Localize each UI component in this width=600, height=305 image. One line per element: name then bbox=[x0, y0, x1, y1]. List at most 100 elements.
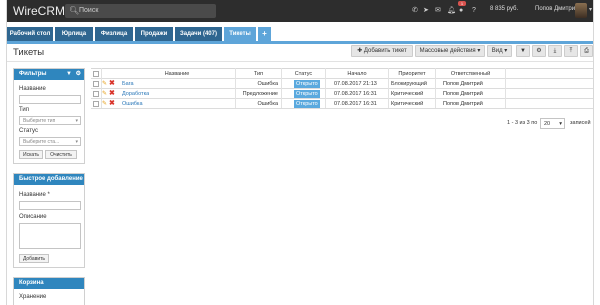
page-title: Тикеты bbox=[13, 47, 45, 58]
column-divider bbox=[388, 68, 389, 108]
chevron-down-icon: ▾ bbox=[75, 118, 78, 124]
status-label: Статус bbox=[19, 128, 38, 134]
phone-icon[interactable]: ✆ bbox=[412, 6, 418, 15]
column-header-name[interactable]: Название bbox=[119, 69, 235, 79]
cart-text: Хранение bbox=[19, 294, 47, 300]
description-textarea[interactable] bbox=[19, 223, 81, 249]
ticket-owner: Попов Дмитрий bbox=[443, 101, 483, 107]
name-filter-input[interactable] bbox=[19, 95, 81, 104]
column-divider bbox=[435, 68, 436, 108]
column-divider bbox=[101, 68, 102, 108]
tab-underline bbox=[7, 41, 593, 44]
avatar[interactable] bbox=[575, 3, 587, 18]
table-row[interactable]: ✎ ✖ Доработка Предложение Открыто 07.08.… bbox=[91, 89, 593, 99]
chevron-down-icon[interactable]: ▾ bbox=[589, 6, 592, 13]
tab-companies[interactable]: Юрлица bbox=[55, 27, 93, 41]
gear-icon[interactable]: ⚙ bbox=[76, 69, 81, 80]
search-button[interactable]: Искать bbox=[19, 150, 43, 159]
column-divider bbox=[325, 68, 326, 108]
add-ticket-button[interactable]: ✚ Добавить тикет bbox=[351, 45, 413, 57]
app-window: WireCRM 🔍︎ Поиск ✆ ➤ ✉ 🔔︎ 1 ● ? 8 835 ру… bbox=[6, 0, 594, 305]
pagination-range: 1 - 3 из 3 по bbox=[507, 120, 538, 126]
chat-icon[interactable]: ● bbox=[459, 6, 463, 15]
add-tab-button[interactable]: + bbox=[258, 27, 271, 41]
header-divider bbox=[7, 61, 593, 62]
delete-icon[interactable]: ✖ bbox=[109, 79, 115, 89]
main-tabs: Рабочий стол Юрлица Физлица Продажи Зада… bbox=[7, 27, 593, 41]
row-checkbox[interactable] bbox=[93, 101, 99, 107]
ticket-name-link[interactable]: Доработка bbox=[122, 89, 149, 99]
top-bar: WireCRM 🔍︎ Поиск ✆ ➤ ✉ 🔔︎ 1 ● ? 8 835 ру… bbox=[7, 0, 593, 22]
search-icon: 🔍︎ bbox=[69, 6, 80, 15]
view-button[interactable]: Вид ▾ bbox=[487, 45, 512, 57]
type-select[interactable]: Выберите тип ▾ bbox=[19, 116, 81, 125]
table-row[interactable]: ✎ ✖ Ошибка Ошибка Открыто 07.08.2017 16:… bbox=[91, 99, 593, 109]
tab-tickets[interactable]: Тикеты bbox=[224, 27, 256, 41]
ticket-start: 07.08.2017 16:31 bbox=[334, 91, 377, 97]
gear-icon[interactable]: ⚙ bbox=[532, 45, 546, 57]
user-name[interactable]: Попов Дмитрий bbox=[535, 6, 578, 12]
balance[interactable]: 8 835 руб. bbox=[490, 6, 518, 12]
select-all-checkbox[interactable] bbox=[93, 71, 99, 77]
ticket-priority: Критический bbox=[391, 101, 424, 107]
print-icon[interactable]: ⎙ bbox=[580, 45, 593, 57]
upload-icon[interactable]: ⤒ bbox=[564, 45, 578, 57]
name-label: Название bbox=[19, 86, 46, 92]
quick-add-title: Быстрое добавление bbox=[14, 174, 84, 185]
logo[interactable]: WireCRM bbox=[13, 4, 65, 18]
tab-tasks[interactable]: Задачи (407) bbox=[175, 27, 222, 41]
type-placeholder: Выберите тип bbox=[23, 118, 56, 124]
column-header-start[interactable]: Начало bbox=[326, 69, 388, 79]
page-size-select[interactable]: 20 ▾ bbox=[540, 118, 565, 129]
help-icon[interactable]: ? bbox=[472, 6, 476, 15]
cart-panel: Корзина Хранение bbox=[13, 277, 85, 305]
pencil-icon[interactable]: ✎ bbox=[102, 79, 107, 89]
ticket-name-link[interactable]: Ошибка bbox=[122, 99, 143, 109]
filters-header: Фильтры ▼ ⚙ bbox=[14, 69, 84, 80]
status-placeholder: Выберите ста... bbox=[23, 139, 60, 145]
tab-dashboard[interactable]: Рабочий стол bbox=[7, 27, 53, 41]
mass-actions-button[interactable]: Массовые действия ▾ bbox=[415, 45, 485, 57]
table-header-row: Название Тип Статус Начало Приоритет Отв… bbox=[91, 69, 593, 79]
status-badge: Открыто bbox=[294, 100, 320, 108]
mail-icon[interactable]: ✉ bbox=[435, 6, 441, 15]
bell-icon[interactable]: 🔔︎ bbox=[447, 6, 456, 15]
row-checkbox[interactable] bbox=[93, 91, 99, 97]
type-label: Тип bbox=[19, 107, 30, 113]
column-divider bbox=[505, 68, 506, 108]
status-select[interactable]: Выберите ста... ▾ bbox=[19, 137, 81, 146]
page-size-label: записей bbox=[570, 120, 591, 126]
ticket-type: Ошибка bbox=[257, 101, 279, 107]
tab-contacts[interactable]: Физлица bbox=[95, 27, 133, 41]
row-checkbox[interactable] bbox=[93, 81, 99, 87]
ticket-type: Предложение bbox=[242, 91, 278, 97]
pagination: 1 - 3 из 3 по 20 ▾ записей bbox=[507, 118, 591, 129]
pencil-icon[interactable]: ✎ bbox=[102, 89, 107, 99]
quick-name-label: Название * bbox=[19, 192, 50, 198]
send-icon[interactable]: ➤ bbox=[423, 6, 429, 15]
filter-icon[interactable]: ▼ bbox=[66, 69, 72, 80]
delete-icon[interactable]: ✖ bbox=[109, 99, 115, 109]
ticket-priority: Критический bbox=[391, 91, 424, 97]
ticket-name-link[interactable]: Бага bbox=[122, 79, 134, 89]
search-input[interactable]: 🔍︎ Поиск bbox=[65, 4, 216, 18]
chevron-down-icon: ▾ bbox=[559, 121, 562, 127]
clear-button[interactable]: Очистить bbox=[45, 150, 77, 159]
page-size-value: 20 bbox=[544, 121, 551, 127]
column-divider bbox=[235, 68, 236, 108]
column-header-status[interactable]: Статус bbox=[282, 69, 325, 79]
column-header-type[interactable]: Тип bbox=[236, 69, 281, 79]
filters-panel: Фильтры ▼ ⚙ Название Тип Выберите тип ▾ С… bbox=[13, 68, 85, 164]
column-header-priority[interactable]: Приоритет bbox=[389, 69, 435, 79]
download-icon[interactable]: ⤓ bbox=[548, 45, 562, 57]
ticket-start: 07.08.2017 16:31 bbox=[334, 101, 377, 107]
tab-sales[interactable]: Продажи bbox=[135, 27, 173, 41]
filter-icon[interactable]: ▼ bbox=[516, 45, 530, 57]
pencil-icon[interactable]: ✎ bbox=[102, 99, 107, 109]
quick-name-input[interactable] bbox=[19, 201, 81, 210]
column-header-owner[interactable]: Ответственный bbox=[436, 69, 505, 79]
tickets-table: Название Тип Статус Начало Приоритет Отв… bbox=[91, 68, 593, 113]
delete-icon[interactable]: ✖ bbox=[109, 89, 115, 99]
add-button[interactable]: Добавить bbox=[19, 254, 49, 263]
table-row[interactable]: ✎ ✖ Бага Ошибка Открыто 07.08.2017 21:13… bbox=[91, 79, 593, 89]
